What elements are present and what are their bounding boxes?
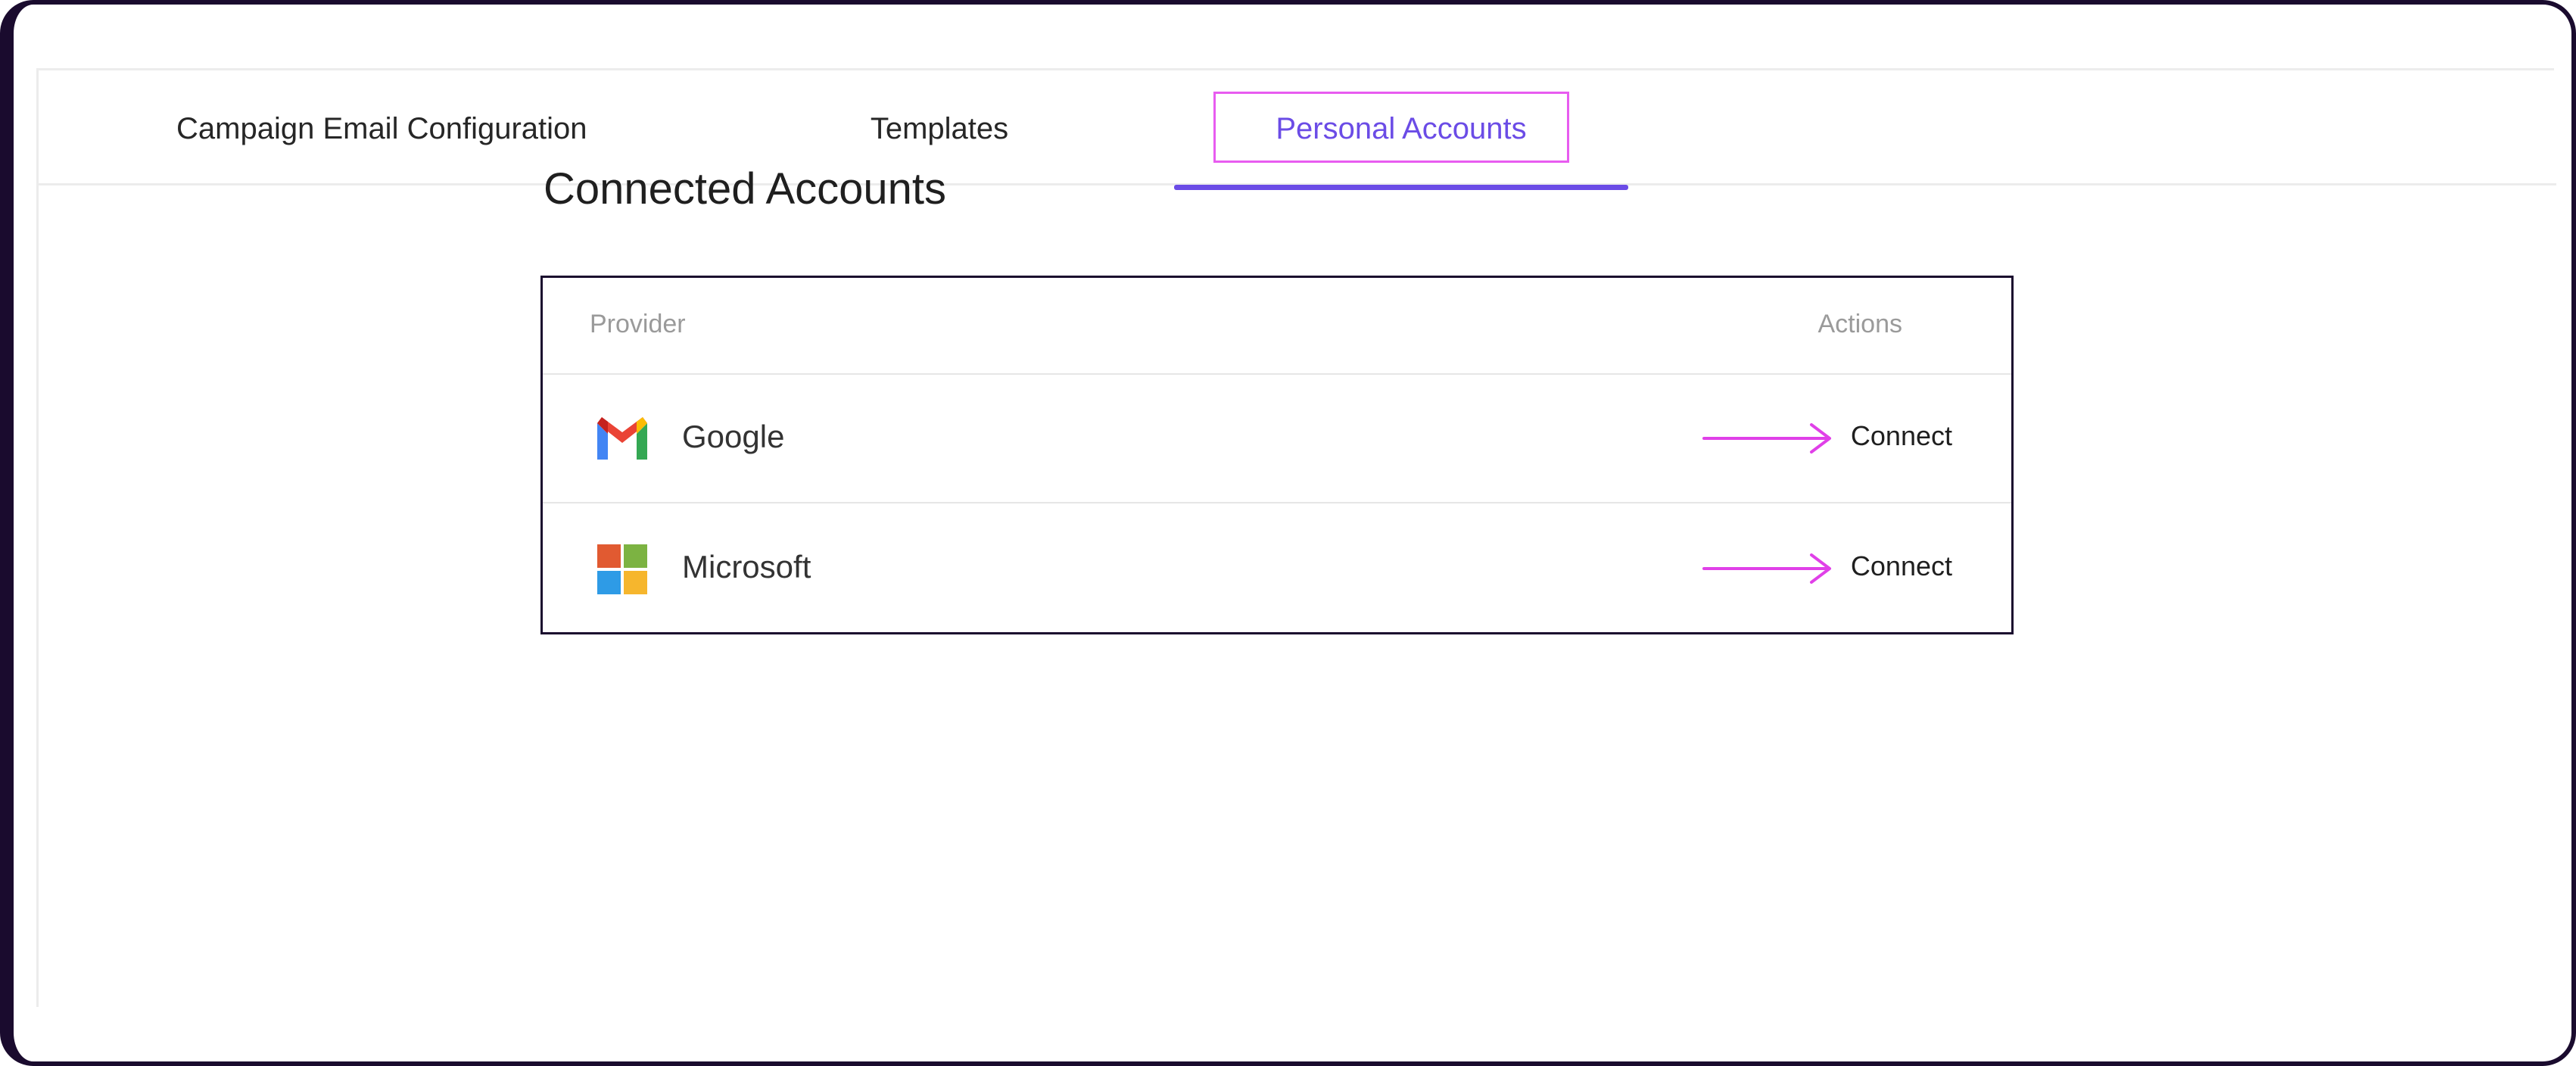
arrow-annotation-icon — [1702, 552, 1833, 585]
tab-label: Personal Accounts — [1276, 111, 1527, 145]
page-title: Connected Accounts — [544, 164, 947, 214]
tab-label: Templates — [870, 111, 1009, 145]
table-row: Microsoft Connect — [543, 505, 2011, 634]
column-header-provider: Provider — [590, 310, 686, 338]
gmail-icon — [594, 414, 650, 464]
table-header: Provider Actions — [543, 278, 2011, 375]
connect-microsoft-button[interactable]: Connect — [1851, 550, 1952, 582]
active-tab-indicator — [1174, 185, 1628, 190]
app-window: Campaign Email Configuration Templates P… — [0, 0, 2576, 1066]
tab-bar: Campaign Email Configuration Templates P… — [39, 70, 2556, 190]
connected-accounts-table: Provider Actions Google Connect Microsof… — [540, 276, 2014, 634]
microsoft-icon — [594, 544, 650, 594]
table-row: Google Connect — [543, 375, 2011, 503]
column-header-actions: Actions — [1818, 310, 1903, 338]
tab-personal-accounts[interactable]: Personal Accounts — [1174, 89, 1628, 190]
connect-google-button[interactable]: Connect — [1851, 420, 1952, 452]
provider-name-google: Google — [682, 419, 785, 454]
provider-name-microsoft: Microsoft — [682, 549, 811, 584]
arrow-annotation-icon — [1702, 422, 1833, 455]
tab-campaign-email-configuration[interactable]: Campaign Email Configuration — [108, 89, 587, 169]
tab-label: Campaign Email Configuration — [176, 111, 587, 145]
tab-templates[interactable]: Templates — [796, 89, 1083, 169]
